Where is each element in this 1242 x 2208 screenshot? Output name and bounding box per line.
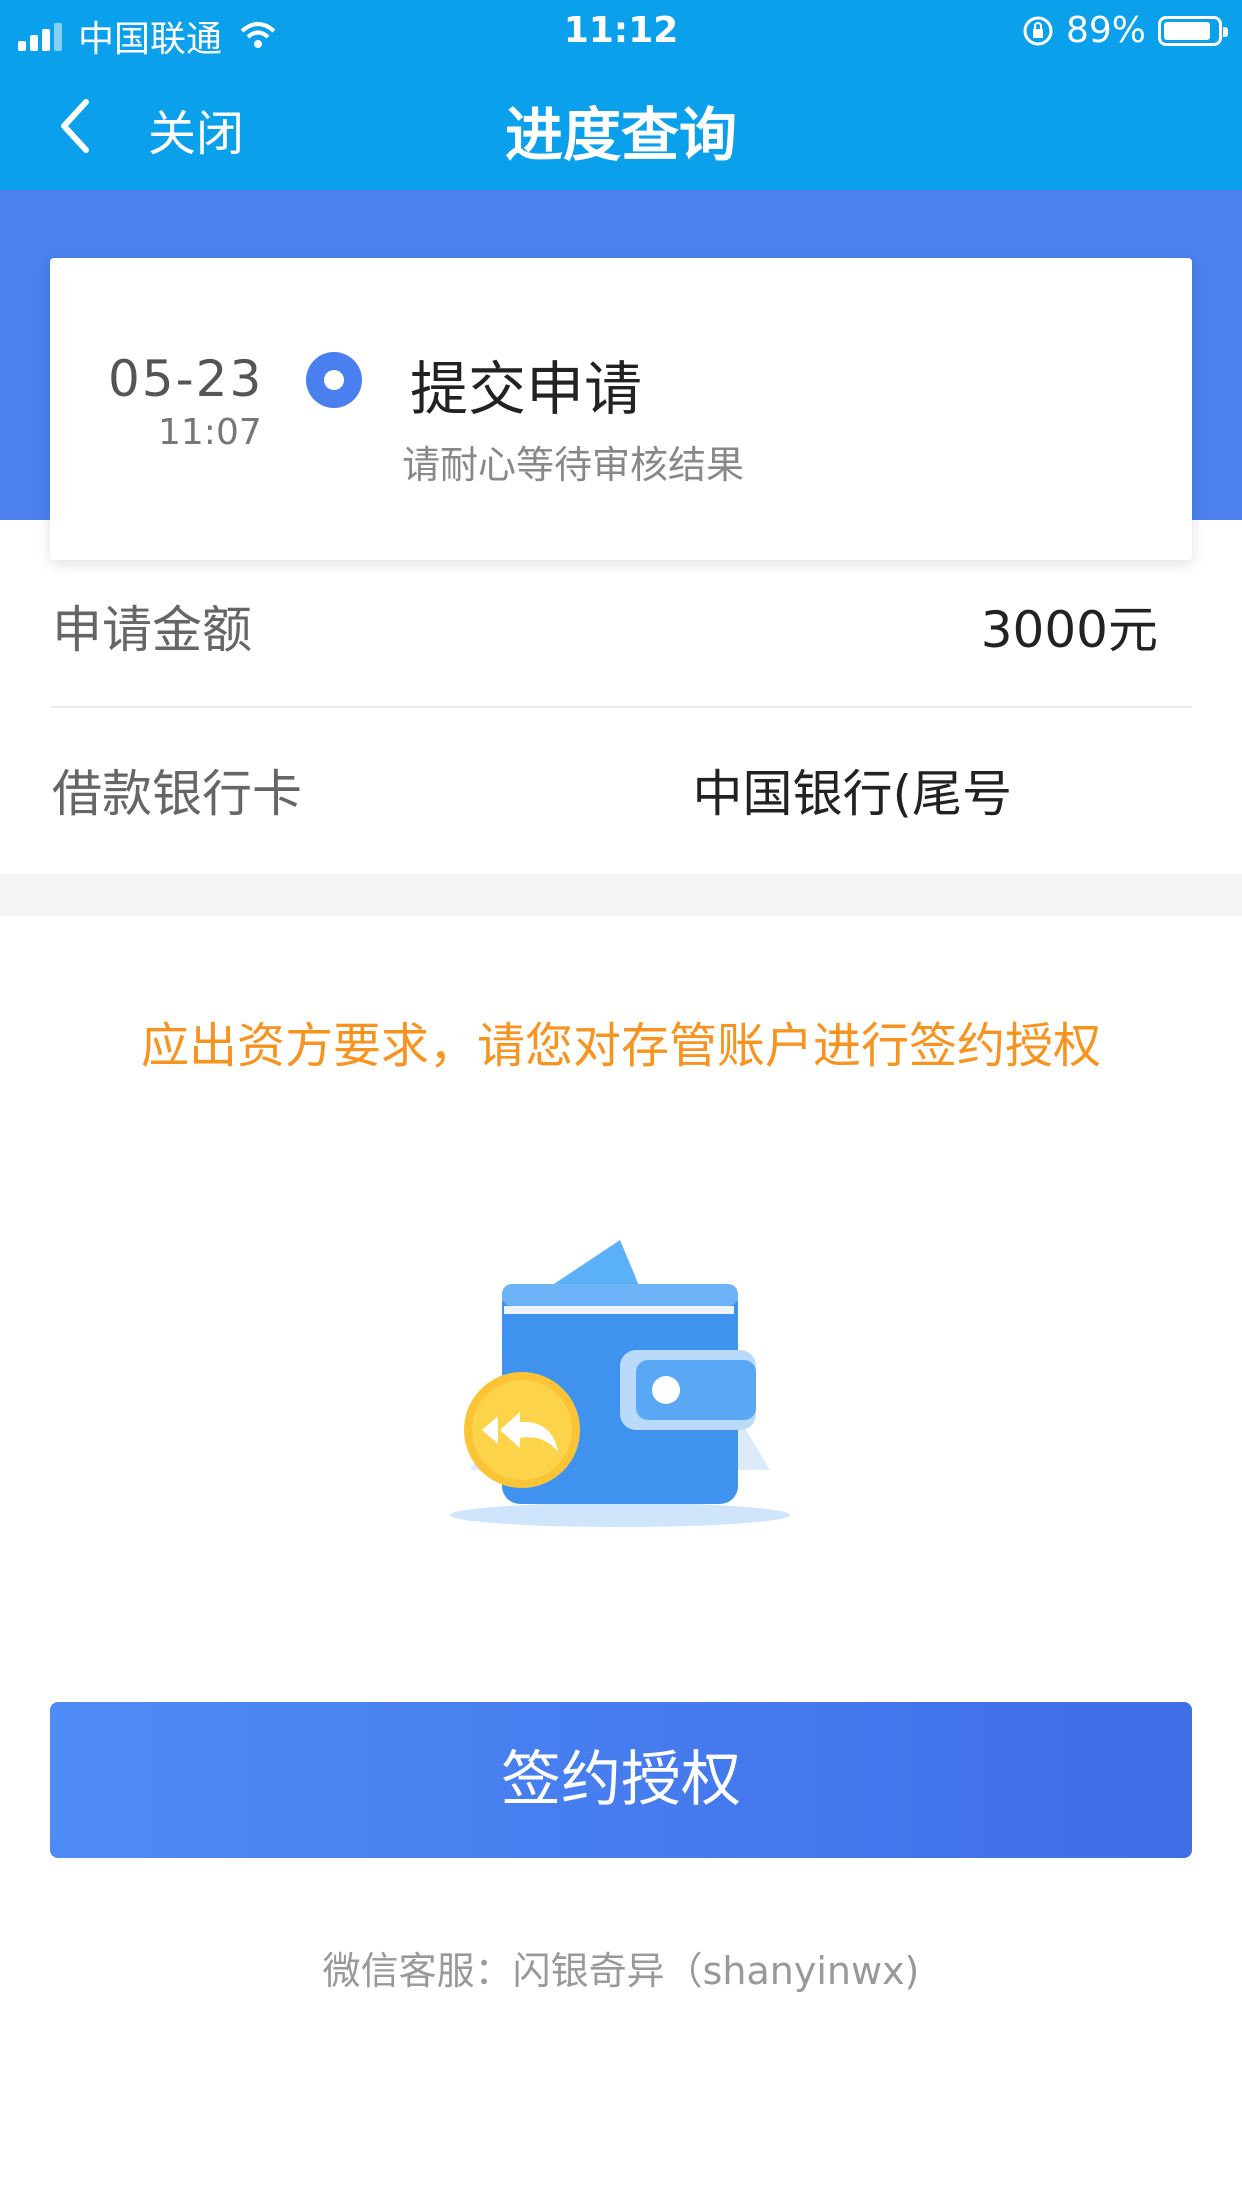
amount-label: 申请金额 (52, 601, 252, 659)
progress-time: 11:07 (158, 412, 262, 453)
bank-card-label: 借款银行卡 (52, 765, 302, 823)
redaction-mask (1012, 757, 1162, 823)
nav-bar: 关闭 进度查询 (0, 62, 1242, 190)
battery-percent: 89% (1065, 10, 1146, 51)
status-bar: 中国联通 11:12 89% (0, 0, 1242, 62)
amount-row: 申请金额 3000元 (50, 546, 1192, 708)
rotation-lock-icon (1023, 16, 1053, 45)
section-divider (0, 874, 1242, 916)
battery-fill (1164, 21, 1211, 40)
progress-subtitle: 请耐心等待审核结果 (402, 443, 745, 487)
bank-card-row: 借款银行卡 中国银行(尾号 (50, 706, 1192, 874)
wallet-refund-illustration (450, 1240, 790, 1527)
authorization-notice: 应出资方要求，请您对存管账户进行签约授权 (140, 1018, 1101, 1074)
amount-value: 3000元 (980, 601, 1158, 659)
progress-date: 05-23 (108, 350, 264, 408)
page-title: 进度查询 (504, 101, 737, 169)
wechat-support-text: 微信客服：闪银奇异（shanyinwx) (322, 1949, 920, 1993)
bank-card-value: 中国银行(尾号 (692, 765, 1012, 823)
progress-card: 05-23 11:07 提交申请 请耐心等待审核结果 (50, 258, 1192, 560)
sign-authorize-button[interactable]: 签约授权 (50, 1702, 1192, 1858)
status-right: 89% (1020, 10, 1228, 51)
progress-status: 提交申请 (410, 355, 643, 423)
battery-icon (1158, 15, 1228, 46)
progress-dot-icon (306, 352, 362, 408)
